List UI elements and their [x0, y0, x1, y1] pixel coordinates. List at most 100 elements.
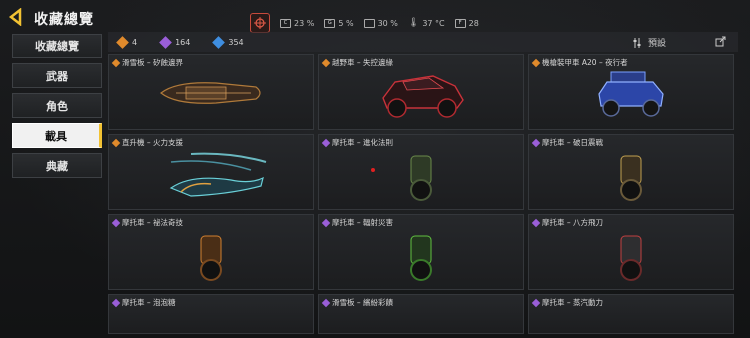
offroad-car-image [382, 75, 464, 119]
vehicle-name: 摩托車 – 輻射災害 [321, 217, 394, 228]
rarity-gem-icon [531, 138, 541, 147]
orange-currency-value: 4 [132, 37, 138, 47]
purple-currency-value: 164 [175, 37, 191, 47]
page-title: 收藏總覽 [34, 12, 94, 28]
preset-button[interactable]: 預設 [632, 36, 666, 49]
blue-gem-icon [212, 35, 226, 49]
vehicle-card[interactable]: 摩托車 – 進化法則 [318, 134, 524, 210]
rarity-gem-icon [321, 138, 331, 147]
vehicle-card[interactable]: 摩托車 – 八方飛刀 [528, 214, 734, 290]
rarity-gem-icon [111, 218, 121, 227]
vehicle-label: 摩托車 – 泡泡糖 [122, 298, 176, 307]
sidebar-item-label: 載具 [45, 129, 67, 143]
sidebar-item-label: 典藏 [46, 159, 68, 173]
temperature-value: 37 °C [422, 18, 445, 28]
vehicle-card[interactable]: 摩托車 – 破日震戰 [528, 134, 734, 210]
gpu-icon: G [324, 18, 336, 28]
sidebar-item-archive[interactable]: 典藏 [12, 153, 102, 178]
vehicle-card[interactable]: 滑雪板 – 矽蝕邊界 [108, 54, 314, 130]
back-button[interactable] [6, 6, 28, 28]
rarity-gem-icon [531, 58, 541, 67]
motorcycle-image [200, 235, 222, 282]
vehicle-name: 滑雪板 – 矽蝕邊界 [111, 57, 184, 68]
motorcycle-image [620, 235, 642, 282]
vehicle-label: 摩托車 – 蒸汽動力 [542, 298, 604, 307]
rarity-gem-icon [321, 218, 331, 227]
purple-currency: 164 [159, 35, 191, 49]
vehicle-label: 摩托車 – 八方飛刀 [542, 218, 604, 227]
motorcycle-image [410, 235, 432, 282]
back-arrow-icon [8, 8, 22, 26]
snowboard-image [160, 82, 261, 105]
vehicle-card[interactable]: 摩托車 – 輻射災害 [318, 214, 524, 290]
battery-icon [363, 18, 375, 28]
vehicle-grid: 滑雪板 – 矽蝕邊界 越野車 – 失控邊緣 機槍裝甲車 A20 – 夜行者 直升… [108, 54, 740, 334]
orange-gem-icon [116, 35, 129, 49]
sidebar-item-vehicles[interactable]: 載具 [12, 123, 102, 148]
red-marker [371, 168, 375, 172]
battery-value: 30 % [377, 18, 398, 28]
status-bar: C 23 % G 5 % 30 % 🌡 37 °C F 28 [250, 12, 479, 34]
currency-bar: 4 164 354 預設 [108, 32, 738, 52]
fps-icon: F [454, 18, 466, 28]
sidebar-item-weapons[interactable]: 武器 [12, 63, 102, 88]
share-icon [715, 36, 726, 47]
vehicle-card[interactable]: 摩托車 – 祕法奇技 [108, 214, 314, 290]
vehicle-name: 摩托車 – 破日震戰 [531, 137, 604, 148]
vehicle-name: 滑雪板 – 繽紛彩饋 [321, 297, 394, 308]
crosshair-icon[interactable] [250, 13, 270, 33]
gpu-stat: G 5 % [324, 18, 354, 28]
rarity-gem-icon [531, 218, 541, 227]
vehicle-label: 直升機 – 火力支援 [122, 138, 184, 147]
orange-currency: 4 [116, 35, 138, 49]
vehicle-card[interactable]: 摩托車 – 泡泡糖 [108, 294, 314, 334]
blue-currency-value: 354 [228, 37, 244, 47]
vehicle-label: 摩托車 – 輻射災害 [332, 218, 394, 227]
vehicle-label: 摩托車 – 破日震戰 [542, 138, 604, 147]
vehicle-name: 摩托車 – 祕法奇技 [111, 217, 184, 228]
vehicle-card[interactable]: 越野車 – 失控邊緣 [318, 54, 524, 130]
vehicle-name: 摩托車 – 八方飛刀 [531, 217, 604, 228]
cpu-icon: C [280, 18, 291, 28]
share-button[interactable] [715, 36, 726, 49]
vehicle-name: 摩托車 – 泡泡糖 [111, 297, 176, 308]
vehicle-card[interactable]: 滑雪板 – 繽紛彩饋 [318, 294, 524, 334]
sliders-icon [633, 37, 641, 48]
vehicle-card[interactable]: 機槍裝甲車 A20 – 夜行者 [528, 54, 734, 130]
vehicle-label: 滑雪板 – 矽蝕邊界 [122, 58, 184, 67]
fps-value: 28 [468, 18, 479, 28]
vehicle-name: 摩托車 – 蒸汽動力 [531, 297, 604, 308]
gpu-value: 5 % [338, 18, 354, 28]
preset-label: 預設 [647, 39, 666, 49]
vehicle-label: 滑雪板 – 繽紛彩饋 [332, 298, 394, 307]
sidebar-item-label: 武器 [46, 69, 68, 83]
cpu-value: 23 % [294, 18, 315, 28]
motorcycle-image [620, 155, 642, 202]
vehicle-name: 直升機 – 火力支援 [111, 137, 184, 148]
sidebar-item-overview[interactable]: 收藏總覽 [12, 34, 102, 58]
vehicle-label: 摩托車 – 祕法奇技 [122, 218, 184, 227]
vehicle-card[interactable]: 摩托車 – 蒸汽動力 [528, 294, 734, 334]
battery-stat: 30 % [363, 18, 398, 28]
vehicle-card[interactable]: 直升機 – 火力支援 [108, 134, 314, 210]
thermometer-icon: 🌡 [407, 18, 420, 28]
vehicle-name: 摩托車 – 進化法則 [321, 137, 394, 148]
rarity-gem-icon [321, 298, 331, 307]
rarity-gem-icon [531, 298, 541, 307]
vehicle-label: 摩托車 – 進化法則 [332, 138, 394, 147]
sidebar-item-label: 收藏總覽 [35, 40, 79, 53]
purple-gem-icon [159, 35, 172, 49]
rarity-gem-icon [321, 58, 331, 67]
temperature-stat: 🌡 37 °C [408, 18, 445, 28]
helicopter-image [169, 152, 267, 197]
armored-car-image [598, 71, 664, 118]
sidebar-item-label: 角色 [46, 99, 68, 113]
rarity-gem-icon [111, 138, 121, 147]
motorcycle-image [410, 155, 432, 202]
fps-stat: F 28 [454, 18, 479, 28]
rarity-gem-icon [111, 298, 121, 307]
blue-currency: 354 [212, 35, 244, 49]
sidebar-item-characters[interactable]: 角色 [12, 93, 102, 118]
cpu-stat: C 23 % [280, 18, 315, 28]
rarity-gem-icon [111, 58, 121, 67]
